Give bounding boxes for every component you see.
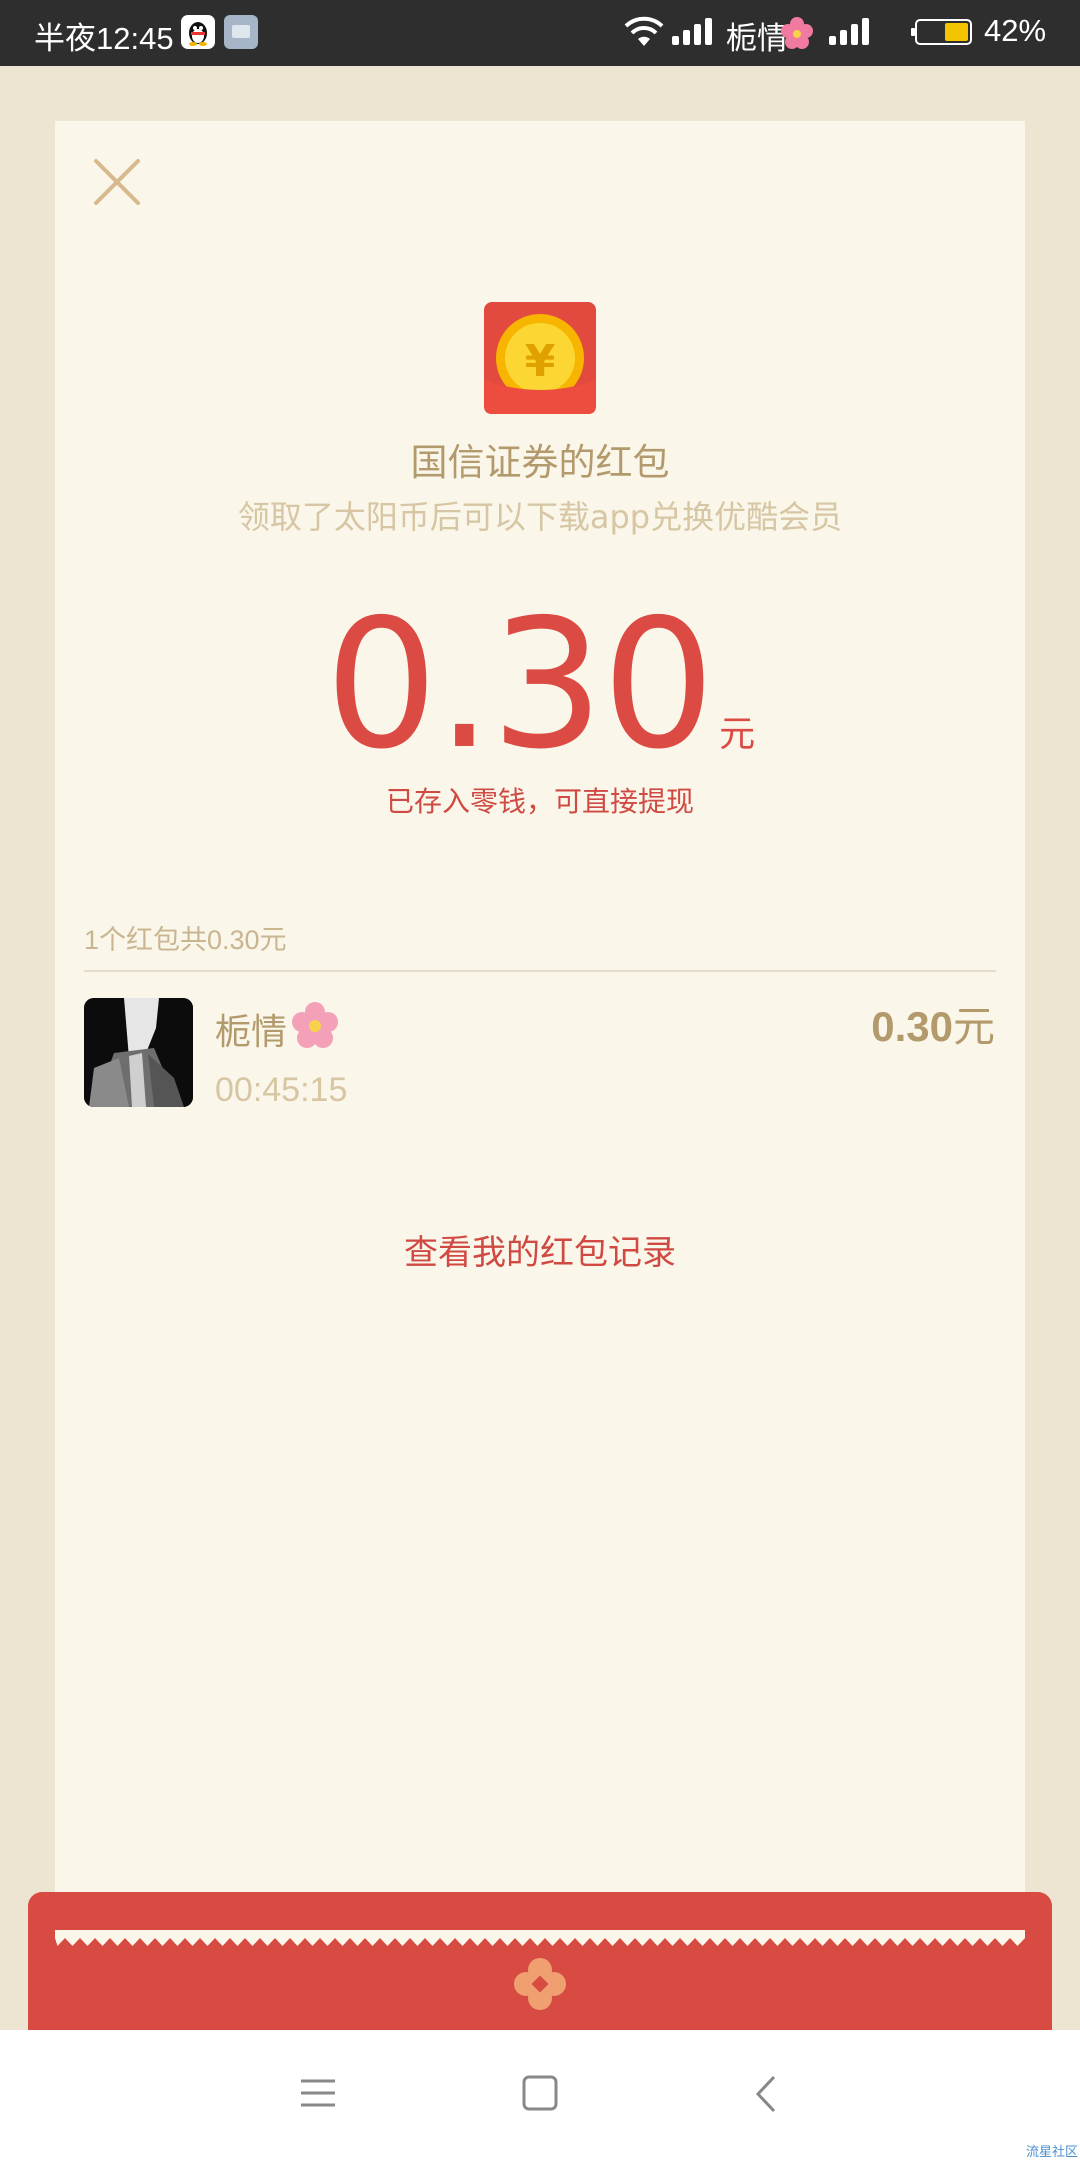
records-link-row: 查看我的红包记录 <box>0 1225 1080 1274</box>
receive-time: 00:45:15 <box>215 1071 348 1109</box>
battery-percent: 42% <box>984 13 1047 48</box>
app-notification-icon <box>224 15 258 49</box>
qq-icon <box>181 15 215 49</box>
flower-emoji-icon <box>292 1002 338 1048</box>
amount-value: 0.30 <box>324 581 715 788</box>
close-icon[interactable] <box>92 157 142 207</box>
menu-icon[interactable] <box>299 2077 337 2109</box>
amount-unit: 元 <box>719 714 756 755</box>
watermark: 流星社区 <box>1025 2144 1078 2159</box>
receiver-name: 栀情 <box>215 1012 288 1053</box>
back-icon[interactable] <box>754 2074 778 2114</box>
divider <box>84 970 996 972</box>
battery-icon <box>911 19 972 45</box>
packet-summary: 1个红包共0.30元 <box>84 925 287 955</box>
signal-icon <box>829 18 869 45</box>
carrier-name: 栀情 <box>726 21 788 56</box>
zigzag-edge <box>55 1930 1025 1946</box>
home-icon[interactable] <box>521 2074 559 2112</box>
flower-icon <box>781 17 813 49</box>
svg-text:¥: ¥ <box>525 336 556 387</box>
receiver-amount-value: 0.30 <box>871 1003 953 1050</box>
status-bar: 半夜12:45 栀情 42% <box>0 0 1080 66</box>
receiver-amount-unit: 元 <box>952 1003 995 1050</box>
view-records-link[interactable]: 查看我的红包记录 <box>404 1233 676 1273</box>
packet-amount: 0.30 元 <box>0 595 1080 775</box>
footer-emblem-icon <box>514 1958 566 2010</box>
packet-subtitle: 领取了太阳币后可以下载app兑换优酷会员 <box>237 498 843 536</box>
wifi-icon <box>624 16 664 46</box>
deposit-note: 已存入零钱，可直接提现 <box>385 785 694 818</box>
packet-title: 国信证券的红包 <box>410 441 670 484</box>
receiver-amount: 0.30元 <box>871 993 995 1054</box>
signal-icon <box>672 18 712 45</box>
status-time: 半夜12:45 <box>34 21 174 56</box>
red-envelope-icon: ¥ <box>484 302 596 414</box>
avatar[interactable] <box>84 998 193 1107</box>
